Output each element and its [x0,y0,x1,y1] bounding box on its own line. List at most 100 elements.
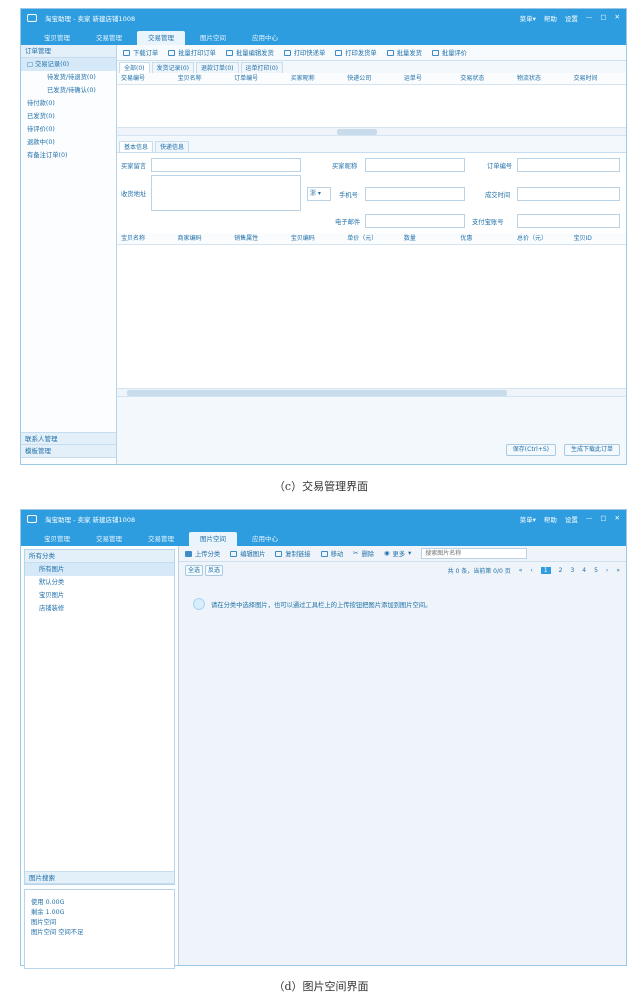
first-page-icon[interactable]: « [519,567,523,574]
page-4[interactable]: 4 [582,567,586,574]
nav-item-apps[interactable]: 应用中心 [241,532,289,546]
copy-link-button[interactable]: 复制链接 [275,549,311,558]
nav-item-images[interactable]: 图片空间 [189,532,237,546]
scroll-thumb[interactable] [337,129,377,135]
sidebar-templates[interactable]: 模板管理 [21,445,116,458]
image-search-link[interactable]: 图片搜索 [25,871,174,884]
col-item-code[interactable]: 宝贝编码 [287,233,344,244]
col-item-name[interactable]: 宝贝名称 [117,233,174,244]
col-discount[interactable]: 优惠 [456,233,513,244]
menu-button[interactable]: 菜单▾ [520,13,536,23]
help-button[interactable]: 帮助 [544,514,557,524]
buyer-note-field[interactable] [151,158,301,172]
nav-item-trade[interactable]: 交易管理 [137,31,185,45]
nav-item-trade[interactable]: 交易管理 [137,532,185,546]
sidebar-item[interactable]: 已发货/待确认(0) [21,84,116,97]
delete-button[interactable]: ✂ 删除 [353,549,374,558]
download-orders-button[interactable]: 下载订单 [123,48,158,57]
nav-item-1[interactable]: 交易管理 [85,31,133,45]
sidebar-item[interactable]: 待发货/待退货(0) [21,71,116,84]
search-input[interactable] [421,548,528,559]
maximize-button[interactable]: □ [600,514,606,524]
move-button[interactable]: 移动 [320,549,343,558]
batch-ship-edit-button[interactable]: 批量编辑发货 [225,48,274,57]
settings-button[interactable]: 设置 [565,13,578,23]
col-trade-no[interactable]: 交易编号 [117,73,174,84]
col-trade-time[interactable]: 交易时间 [570,73,627,84]
col-item-id[interactable]: 宝贝ID [570,233,627,244]
sidebar-item[interactable]: 退款中(0) [21,136,116,149]
batch-review-button[interactable]: 批量评价 [431,48,467,57]
email-field[interactable] [365,214,465,228]
col-buyer[interactable]: 买家昵称 [287,73,344,84]
category-shop-decor[interactable]: 店铺装修 [25,602,174,615]
category-item-images[interactable]: 宝贝图片 [25,589,174,602]
page-3[interactable]: 3 [570,567,574,574]
alipay-field[interactable] [517,214,620,228]
sidebar-item[interactable]: 已发货(0) [21,110,116,123]
col-item-name[interactable]: 宝贝名称 [174,73,231,84]
col-quantity[interactable]: 数量 [400,233,457,244]
nav-item-1[interactable]: 交易管理 [85,532,133,546]
col-order-no[interactable]: 订单编号 [230,73,287,84]
trade-time-field[interactable] [517,187,620,201]
minimize-button[interactable]: — [586,514,593,524]
orders-horizontal-scrollbar[interactable] [117,127,626,136]
page-5[interactable]: 5 [594,567,598,574]
tab-refund[interactable]: 退款订单(0) [196,62,239,73]
buyer-nick-field[interactable] [365,158,465,172]
nav-item-apps[interactable]: 应用中心 [241,31,289,45]
print-express-button[interactable]: 打印快递单 [283,48,325,57]
tab-shipping[interactable]: 发货记录(0) [151,62,194,73]
sidebar-item[interactable]: 待付款(0) [21,97,116,110]
items-horizontal-scrollbar[interactable] [117,388,626,397]
phone-field[interactable] [365,187,465,201]
batch-ship-button[interactable]: 批量发货 [386,48,422,57]
sidebar-item[interactable]: □ 交易记录(0) [21,58,116,71]
sidebar-item[interactable]: 有备注订单(0) [21,149,116,162]
tab-express-info[interactable]: 快递信息 [155,141,190,152]
nav-item-images[interactable]: 图片空间 [189,31,237,45]
print-invoice-button[interactable]: 打印发货单 [335,48,377,57]
region-select[interactable]: 浙 ▾ [307,187,331,201]
page-2[interactable]: 2 [559,567,563,574]
invert-select-button[interactable]: 反选 [205,564,224,576]
close-button[interactable]: ✕ [615,514,620,524]
maximize-button[interactable]: □ [600,13,606,23]
save-button[interactable]: 保存(Ctrl+S) [505,444,556,456]
minimize-button[interactable]: — [586,13,593,23]
nav-item-0[interactable]: 宝贝管理 [33,532,81,546]
settings-button[interactable]: 设置 [565,514,578,524]
col-trade-status[interactable]: 交易状态 [456,73,513,84]
col-waybill[interactable]: 运单号 [400,73,457,84]
upload-button[interactable]: 上传分类 [185,549,220,558]
more-button[interactable]: ◉ 更多 ▾ [384,549,411,558]
tab-basic-info[interactable]: 基本信息 [119,141,154,152]
nav-item-0[interactable]: 宝贝管理 [33,31,81,45]
tab-waybill[interactable]: 运单打印(0) [240,62,283,73]
category-all-images[interactable]: 所有图片 [25,563,174,576]
help-button[interactable]: 帮助 [544,13,557,23]
col-express[interactable]: 快递公司 [343,73,400,84]
sidebar-item[interactable]: 待评价(0) [21,123,116,136]
col-unit-price[interactable]: 单价（元） [343,233,400,244]
col-sale-attr[interactable]: 销售属性 [230,233,287,244]
page-1[interactable]: 1 [540,566,551,574]
prev-page-icon[interactable]: ‹ [530,567,532,574]
edit-image-button[interactable]: 编辑图片 [230,549,265,558]
col-merchant-code[interactable]: 商家编码 [174,233,231,244]
select-all-button[interactable]: 全选 [185,564,204,576]
col-total[interactable]: 总价（元） [513,233,570,244]
category-default[interactable]: 默认分类 [25,576,174,589]
close-button[interactable]: ✕ [615,13,620,23]
address-field[interactable] [151,175,301,211]
batch-print-button[interactable]: 批量打印订单 [168,48,216,57]
tab-all[interactable]: 全部(0) [119,62,150,73]
scroll-thumb[interactable] [127,390,507,396]
col-logistics-status[interactable]: 物流状态 [513,73,570,84]
last-page-icon[interactable]: » [616,567,620,574]
sidebar-contacts[interactable]: 联系人管理 [21,432,116,445]
next-page-icon[interactable]: › [606,567,608,574]
order-no-field[interactable] [517,158,620,172]
menu-button[interactable]: 菜单▾ [520,514,536,524]
